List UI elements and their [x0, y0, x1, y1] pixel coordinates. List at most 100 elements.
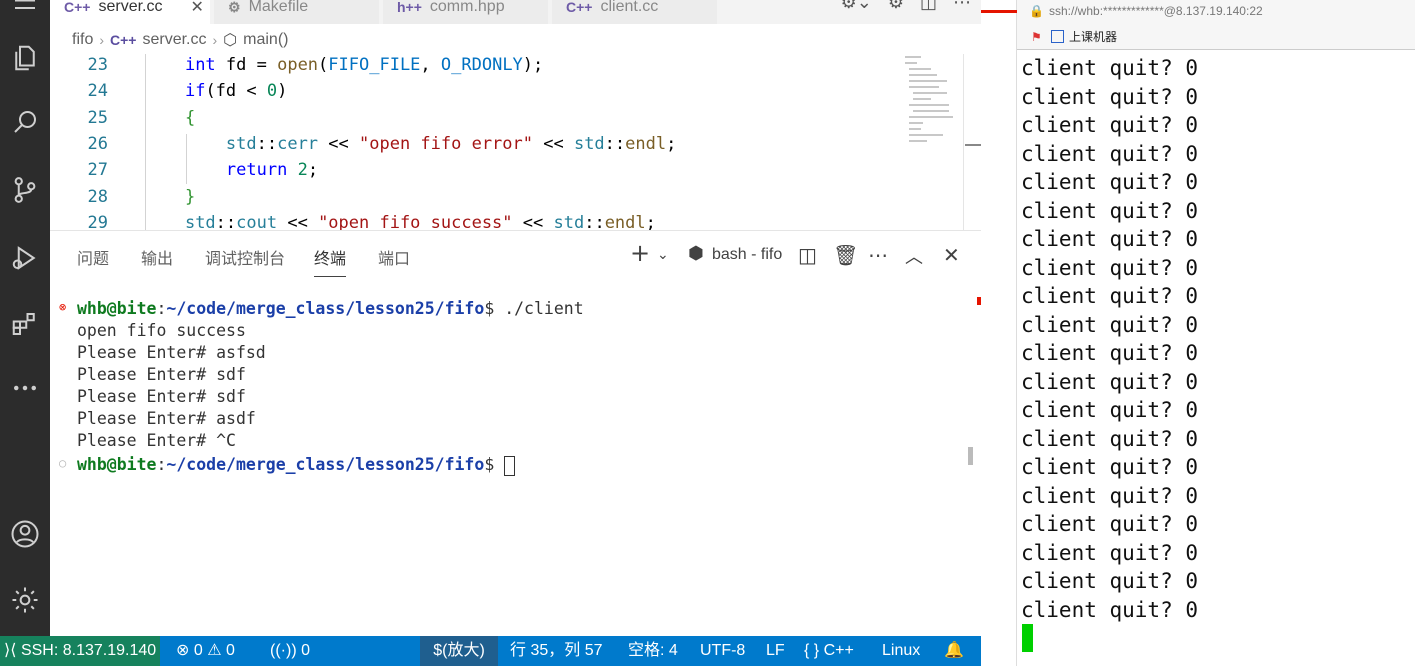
indentation[interactable]: 空格: 4	[628, 636, 678, 666]
flag-icon[interactable]: ⚑	[1031, 24, 1042, 50]
cpp-file-icon: C++	[566, 0, 593, 15]
chevron-up-icon[interactable]: ︿	[905, 243, 923, 269]
language-label: C++	[823, 642, 854, 659]
more-icon[interactable]	[0, 366, 50, 410]
search-icon[interactable]	[0, 100, 50, 144]
split-editor-icon[interactable]: ◫	[920, 0, 937, 13]
line-number: 24	[87, 81, 108, 102]
editor-scrollbar[interactable]	[963, 54, 964, 230]
code-text: return 2;	[144, 157, 318, 183]
remote-indicator[interactable]: ⟩⟨ SSH: 8.137.19.140	[0, 636, 160, 666]
code-text: std::cout << "open fifo success" << std:…	[144, 210, 656, 230]
panel-tab-bar: 问题 输出 调试控制台 终端 端口 + ⌄ ⬢ bash - fifo ◫ 🗑 …	[50, 231, 981, 281]
new-terminal-plus-icon[interactable]: +	[630, 239, 650, 267]
line-number: 23	[87, 55, 108, 75]
command-decoration-icon[interactable]: ○	[59, 456, 66, 470]
code-line: 24 if(fd < 0)	[50, 78, 910, 104]
warning-icon: ⚠	[207, 642, 227, 659]
more-actions-icon[interactable]: ⋯	[953, 0, 971, 13]
tab-client-cc[interactable]: C++ client.cc	[552, 0, 717, 24]
code-token: ::	[215, 212, 237, 230]
broadcast-icon: ((·))	[270, 642, 302, 659]
ssh-output-line: client quit? 0	[1021, 84, 1199, 109]
ssh-output-line: client quit? 0	[1021, 341, 1199, 365]
close-icon[interactable]: ✕	[943, 243, 960, 267]
code-token: open	[277, 55, 319, 75]
terminal-name[interactable]: bash - fifo	[712, 246, 782, 264]
tab-makefile[interactable]: ⚙ Makefile	[214, 0, 379, 24]
ssh-output-line: client quit? 0	[1021, 170, 1199, 194]
session-tab-label[interactable]: 上课机器	[1069, 30, 1117, 44]
close-icon[interactable]: ✕	[190, 0, 203, 17]
run-debug-icon[interactable]	[0, 236, 50, 280]
ssh-title-bar: 🔒 ssh://whb:*************@8.137.19.140:2…	[1017, 0, 1415, 24]
code-token: ::	[256, 133, 278, 154]
run-debug-dropdown-icon[interactable]: ⚙⌄	[841, 0, 872, 13]
terminal-shell-icon: ⬢	[688, 243, 704, 264]
breadcrumb-symbol[interactable]: main()	[243, 31, 288, 49]
code-token: )	[277, 81, 288, 102]
tab-label: server.cc	[98, 0, 163, 15]
chevron-down-icon[interactable]: ⌄	[657, 247, 669, 263]
error-count: 0	[193, 642, 203, 659]
terminal[interactable]: ⊗ whb@bite:~/code/merge_class/lesson25/f…	[50, 297, 981, 637]
ssh-terminal-output[interactable]: client quit? 0 client quit? 0 client quit?…	[1017, 54, 1415, 666]
ssh-cursor	[1022, 624, 1033, 652]
output-line: Please Enter# asdf	[77, 409, 256, 428]
code-token: 2	[297, 160, 308, 181]
menu-icon[interactable]	[0, 0, 50, 30]
output-line: Please Enter# sdf	[77, 365, 246, 384]
tab-terminal[interactable]: 终端	[314, 245, 347, 277]
code-token: <<	[318, 133, 359, 154]
minimap[interactable]	[905, 54, 965, 154]
explorer-icon[interactable]	[0, 36, 50, 80]
code-token: <<	[512, 212, 554, 230]
breadcrumb-folder[interactable]: fifo	[72, 31, 93, 49]
warning-count: 0	[226, 642, 235, 659]
error-decoration-icon[interactable]: ⊗	[59, 300, 66, 314]
line-ending[interactable]: LF	[766, 636, 785, 666]
account-icon[interactable]	[0, 512, 50, 556]
ssh-toolbar: ⚑ 上课机器	[1017, 24, 1415, 50]
trash-icon[interactable]: 🗑	[833, 243, 858, 267]
tab-debug-console[interactable]: 调试控制台	[205, 245, 285, 276]
tab-ports[interactable]: 端口	[378, 245, 410, 276]
split-terminal-icon[interactable]: ◫	[798, 243, 817, 267]
ssh-output-line: client quit? 0	[1021, 597, 1199, 622]
braces-icon: { }	[804, 642, 824, 659]
prompt-line: whb@bite:~/code/merge_class/lesson25/fif…	[77, 454, 516, 476]
ssh-output-line: client quit? 0	[1021, 455, 1199, 479]
line-number: 27	[87, 160, 108, 181]
breadcrumb-file[interactable]: server.cc	[142, 31, 206, 49]
language-mode[interactable]: { } C++	[804, 636, 854, 666]
tab-comm-hpp[interactable]: h++ comm.hpp	[383, 0, 548, 24]
code-token: {	[184, 107, 196, 128]
settings-gear-icon[interactable]	[0, 578, 50, 622]
code-token: "open fifo success"	[318, 212, 513, 230]
more-icon[interactable]: ⋯	[868, 243, 888, 267]
mode-indicator[interactable]: $(放大)	[420, 636, 498, 666]
code-token: std	[573, 133, 605, 154]
output-line: Please Enter# ^C	[77, 431, 236, 450]
tab-server-cc[interactable]: C++ server.cc ✕	[50, 0, 210, 24]
code-token: cerr	[277, 133, 319, 154]
ssh-output-line: client quit? 0	[1021, 255, 1199, 280]
cursor-position[interactable]: 行 35，列 57	[510, 636, 603, 666]
tab-output[interactable]: 输出	[141, 245, 173, 276]
code-editor[interactable]: 23 int fd = open(FIFO_FILE, O_RDONLY); 24…	[50, 54, 981, 230]
code-token: int	[184, 55, 216, 75]
tab-problems[interactable]: 问题	[77, 245, 109, 276]
terminal-scrollbar[interactable]	[968, 447, 973, 465]
chevron-right-icon: ›	[212, 32, 218, 48]
ports-status[interactable]: ((·)) 0	[270, 636, 310, 666]
extensions-icon[interactable]	[0, 302, 50, 346]
source-control-icon[interactable]	[0, 168, 50, 212]
encoding[interactable]: UTF-8	[700, 636, 745, 666]
ssh-output-line: client quit? 0	[1021, 426, 1199, 451]
platform[interactable]: Linux	[882, 636, 920, 666]
bell-icon[interactable]: 🔔	[944, 636, 964, 666]
settings-icon[interactable]: ⚙	[888, 0, 904, 13]
makefile-gear-icon: ⚙	[228, 0, 241, 15]
problems-status[interactable]: ⊗ 0 ⚠ 0	[176, 636, 235, 666]
